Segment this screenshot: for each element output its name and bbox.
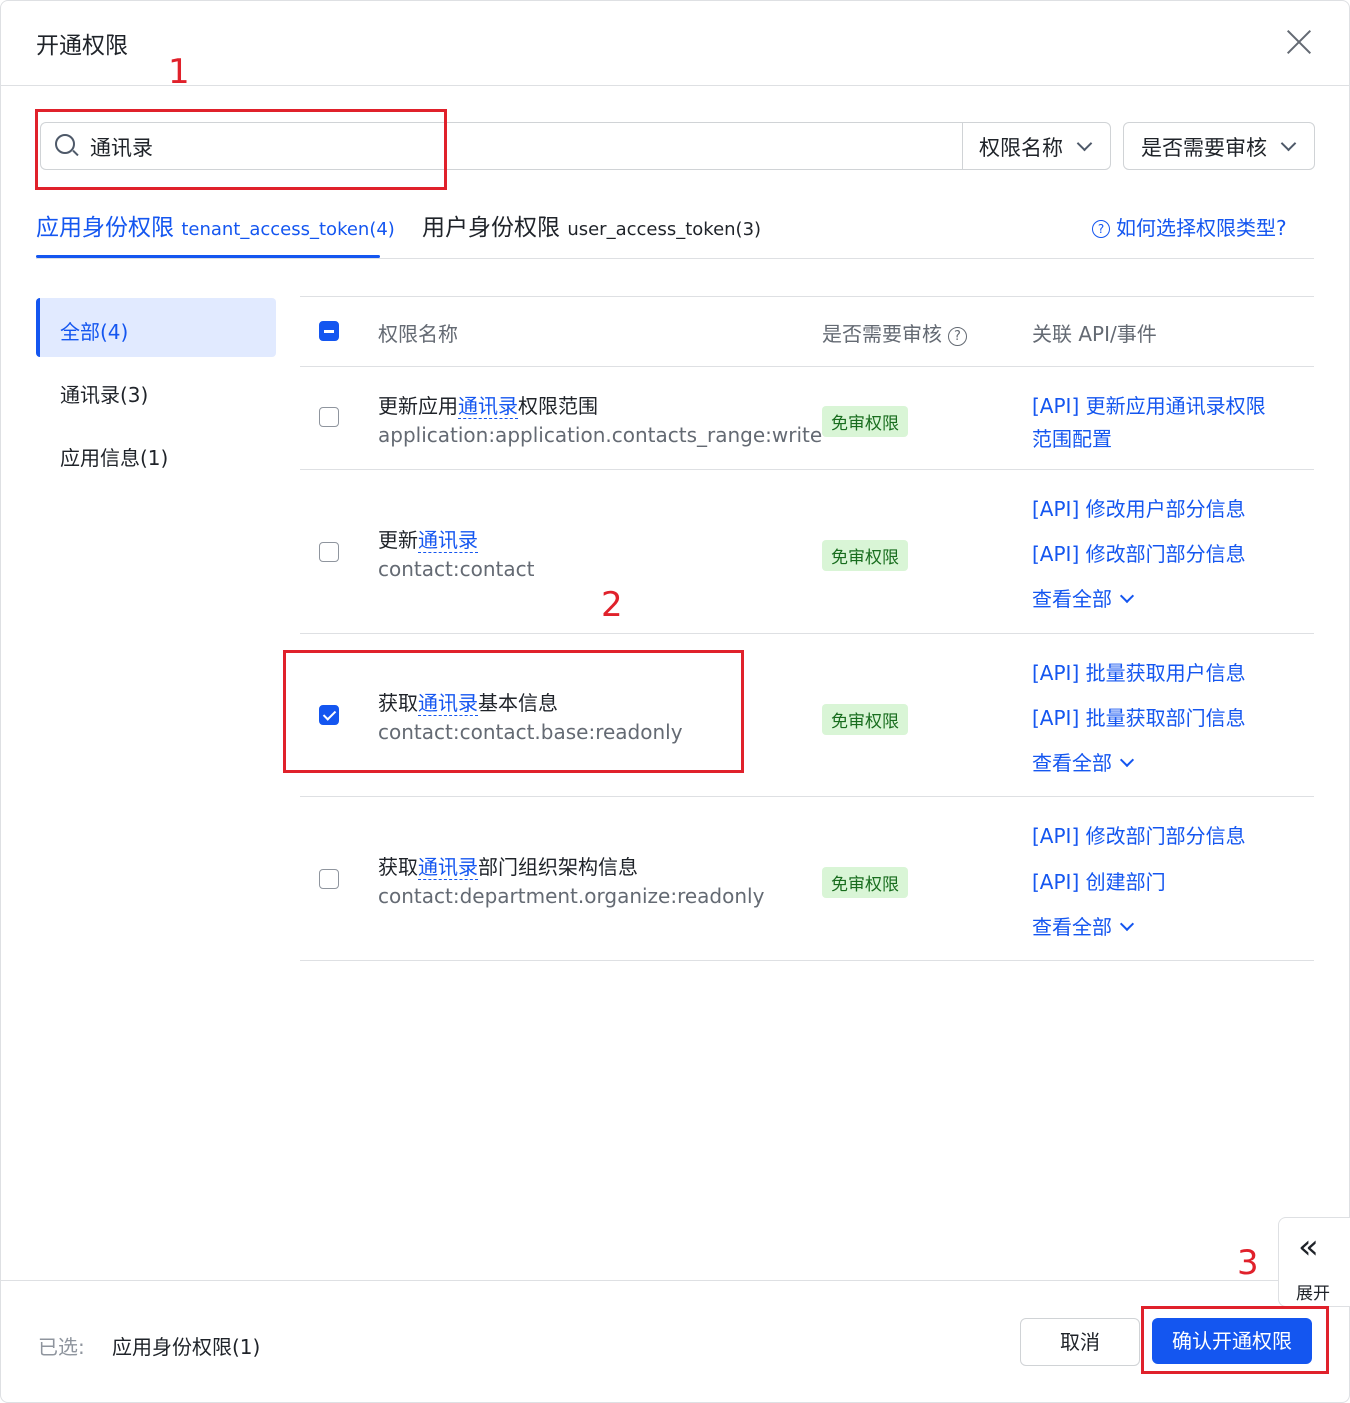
dialog-title: 开通权限 <box>36 33 128 59</box>
view-all-link[interactable]: 查看全部 <box>1032 747 1135 776</box>
question-icon[interactable]: ? <box>948 327 967 346</box>
api-link[interactable]: [API] 更新应用通讯录权限 <box>1032 390 1266 419</box>
view-all-link[interactable]: 查看全部 <box>1032 583 1135 612</box>
table-top-border <box>300 296 1314 297</box>
expand-panel-label: 展开 <box>1296 1284 1330 1304</box>
double-chevron-left-icon: « <box>1298 1227 1319 1267</box>
chevron-down-icon <box>1119 752 1135 768</box>
view-all-link[interactable]: 查看全部 <box>1032 911 1135 940</box>
sidebar-active-indicator <box>36 298 40 357</box>
tab-user-identity[interactable]: 用户身份权限 user_access_token(3) <box>422 208 761 242</box>
api-link[interactable]: [API] 创建部门 <box>1032 866 1166 895</box>
annotation-box-search <box>35 109 447 190</box>
help-link[interactable]: ? 如何选择权限类型? <box>1092 212 1287 241</box>
annotation-box-row <box>283 650 744 773</box>
api-link[interactable]: [API] 修改部门部分信息 <box>1032 538 1246 567</box>
permission-code: contact:contact <box>378 557 535 581</box>
cancel-button[interactable]: 取消 <box>1020 1318 1140 1366</box>
row-divider <box>300 633 1314 634</box>
sidebar-item-app-info[interactable]: 应用信息(1) <box>60 442 168 471</box>
annotation-number: 2 <box>601 585 623 625</box>
help-link-label: 如何选择权限类型? <box>1116 216 1287 240</box>
tab-user-identity-token: user_access_token(3) <box>567 219 762 240</box>
close-icon[interactable] <box>1283 26 1315 58</box>
status-badge: 免审权限 <box>822 704 908 735</box>
api-link[interactable]: [API] 批量获取用户信息 <box>1032 657 1246 686</box>
row-divider <box>300 469 1314 470</box>
row-divider <box>300 796 1314 797</box>
selected-label: 已选: <box>38 1335 85 1359</box>
filter-name-label: 权限名称 <box>979 136 1063 160</box>
chevron-down-icon <box>1119 588 1135 604</box>
status-badge: 免审权限 <box>822 867 908 898</box>
permission-code: contact:department.organize:readonly <box>378 884 765 908</box>
annotation-number: 3 <box>1237 1243 1259 1283</box>
permission-name: 更新通讯录 <box>378 528 478 553</box>
sidebar-item-contacts[interactable]: 通讯录(3) <box>60 379 148 408</box>
header-review-label: 是否需要审核 <box>822 322 942 346</box>
row-divider <box>300 366 1314 367</box>
api-link[interactable]: [API] 修改用户部分信息 <box>1032 493 1246 522</box>
tab-app-identity-token: tenant_access_token(4) <box>181 219 395 240</box>
permission-name: 获取通讯录部门组织架构信息 <box>378 855 638 880</box>
header-review: 是否需要审核? <box>822 318 967 347</box>
footer-divider <box>0 1280 1278 1281</box>
selected-value: 应用身份权限(1) <box>112 1335 261 1359</box>
api-link-continued[interactable]: 范围配置 <box>1032 423 1112 452</box>
tabs-divider <box>36 258 1314 259</box>
select-all-checkbox[interactable] <box>319 321 339 341</box>
sidebar-item-all-label: 全部(4) <box>60 320 129 344</box>
annotation-box-confirm <box>1141 1306 1329 1374</box>
permission-name: 更新应用通讯录权限范围 <box>378 394 598 419</box>
filter-review-label: 是否需要审核 <box>1141 136 1267 160</box>
api-link[interactable]: [API] 修改部门部分信息 <box>1032 820 1246 849</box>
row-checkbox[interactable] <box>319 869 339 889</box>
status-badge: 免审权限 <box>822 406 908 437</box>
chevron-down-icon <box>1119 916 1135 932</box>
api-link[interactable]: [API] 批量获取部门信息 <box>1032 702 1246 731</box>
header-divider <box>0 85 1350 86</box>
header-related-api: 关联 API/事件 <box>1032 322 1157 346</box>
status-badge: 免审权限 <box>822 540 908 571</box>
permission-code: application:application.contacts_range:w… <box>378 423 823 447</box>
row-checkbox[interactable] <box>319 542 339 562</box>
annotation-number: 1 <box>168 52 190 92</box>
tab-app-identity[interactable]: 应用身份权限 tenant_access_token(4) <box>36 208 395 242</box>
question-icon: ? <box>1092 220 1110 238</box>
row-checkbox[interactable] <box>319 407 339 427</box>
row-divider <box>300 960 1314 961</box>
tab-user-identity-label: 用户身份权限 <box>422 215 560 241</box>
header-permission-name: 权限名称 <box>378 322 458 346</box>
tab-app-identity-label: 应用身份权限 <box>36 215 174 241</box>
